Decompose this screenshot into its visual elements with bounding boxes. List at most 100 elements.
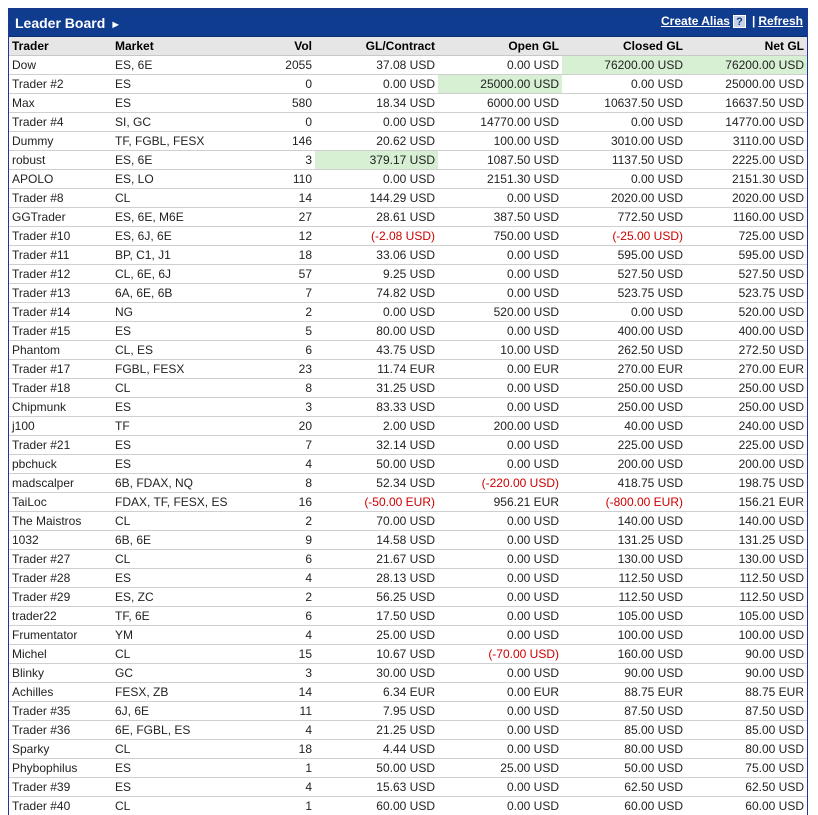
cell-vol: 8 [240, 378, 315, 398]
table-row[interactable]: Trader #35 6J, 6E 11 7.95 USD 0.00 USD 87.50 … [9, 701, 807, 721]
board-title[interactable]: Leader Board ► [15, 15, 121, 31]
table-row[interactable]: Achilles FESX, ZB 14 6.34 EUR 0.00 EUR 88.75 … [9, 682, 807, 702]
table-row[interactable]: Trader #39 ES 4 15.63 USD 0.00 USD 62.50 USD 6… [9, 777, 807, 797]
table-row[interactable]: Frumentator YM 4 25.00 USD 0.00 USD 100.00 US… [9, 625, 807, 645]
table-row[interactable]: 1032 6B, 6E 9 14.58 USD 0.00 USD 131.25 USD 13… [9, 530, 807, 550]
cell-open-gl: 0.00 USD [438, 321, 562, 341]
cell-open-gl: 0.00 USD [438, 549, 562, 569]
cell-market: ES, 6E, M6E [112, 207, 240, 227]
cell-vol: 12 [240, 226, 315, 246]
column-header-net-gl[interactable]: Net GL [686, 37, 807, 56]
cell-closed-gl: 112.50 USD [562, 568, 686, 588]
table-row[interactable]: trader22 TF, 6E 6 17.50 USD 0.00 USD 105.00 U… [9, 606, 807, 626]
table-row[interactable]: Trader #13 6A, 6E, 6B 7 74.82 USD 0.00 USD 52… [9, 283, 807, 303]
table-row[interactable]: Dummy TF, FGBL, FESX 146 20.62 USD 100.00 US… [9, 131, 807, 151]
cell-vol: 18 [240, 245, 315, 265]
cell-open-gl: 0.00 USD [438, 587, 562, 607]
column-header-market[interactable]: Market [112, 37, 240, 56]
cell-trader: Trader #21 [9, 435, 112, 455]
help-icon[interactable]: ? [732, 14, 746, 28]
cell-trader: Blinky [9, 663, 112, 683]
cell-vol: 146 [240, 131, 315, 151]
table-row[interactable]: Trader #11 BP, C1, J1 18 33.06 USD 0.00 USD 5… [9, 245, 807, 265]
cell-trader: The Maistros [9, 511, 112, 531]
cell-open-gl: 0.00 USD [438, 283, 562, 303]
table-row[interactable]: Trader #40 CL 1 60.00 USD 0.00 USD 60.00 USD 6… [9, 796, 807, 815]
table-row[interactable]: Trader #29 ES, ZC 2 56.25 USD 0.00 USD 112.50… [9, 587, 807, 607]
cell-vol: 580 [240, 93, 315, 113]
create-alias-link[interactable]: Create Alias [661, 14, 730, 28]
table-row[interactable]: Trader #21 ES 7 32.14 USD 0.00 USD 225.00 USD… [9, 435, 807, 455]
cell-open-gl: 0.00 USD [438, 720, 562, 740]
cell-vol: 15 [240, 644, 315, 664]
cell-market: ES, LO [112, 169, 240, 189]
cell-vol: 2 [240, 587, 315, 607]
cell-trader: Trader #35 [9, 701, 112, 721]
table-row[interactable]: madscalper 6B, FDAX, NQ 8 52.34 USD (-220.00… [9, 473, 807, 493]
table-row[interactable]: Sparky CL 18 4.44 USD 0.00 USD 80.00 USD 80.00… [9, 739, 807, 759]
cell-gl-contract: 70.00 USD [315, 511, 438, 531]
table-row[interactable]: Blinky GC 3 30.00 USD 0.00 USD 90.00 USD 90.00… [9, 663, 807, 683]
table-row[interactable]: Trader #36 6E, FGBL, ES 4 21.25 USD 0.00 USD… [9, 720, 807, 740]
column-header-vol[interactable]: Vol [240, 37, 315, 56]
cell-gl-contract: 33.06 USD [315, 245, 438, 265]
table-row[interactable]: Trader #18 CL 8 31.25 USD 0.00 USD 250.00 USD… [9, 378, 807, 398]
cell-net-gl: 140.00 USD [686, 511, 807, 531]
table-row[interactable]: Trader #14 NG 2 0.00 USD 520.00 USD 0.00 USD 5… [9, 302, 807, 322]
cell-trader: Sparky [9, 739, 112, 759]
table-row[interactable]: robust ES, 6E 3 379.17 USD 1087.50 USD 1137.5… [9, 150, 807, 170]
table-row[interactable]: Michel CL 15 10.67 USD (-70.00 USD) 160.00 US… [9, 644, 807, 664]
cell-closed-gl: 130.00 USD [562, 549, 686, 569]
table-row[interactable]: Phantom CL, ES 6 43.75 USD 10.00 USD 262.50 U… [9, 340, 807, 360]
cell-net-gl: 1160.00 USD [686, 207, 807, 227]
refresh-link[interactable]: Refresh [758, 14, 803, 28]
table-row[interactable]: Trader #17 FGBL, FESX 23 11.74 EUR 0.00 EUR 2… [9, 359, 807, 379]
table-row[interactable]: APOLO ES, LO 110 0.00 USD 2151.30 USD 0.00 US… [9, 169, 807, 189]
cell-vol: 2055 [240, 55, 315, 75]
cell-gl-contract: 28.61 USD [315, 207, 438, 227]
cell-net-gl: 87.50 USD [686, 701, 807, 721]
column-header-open-gl[interactable]: Open GL [438, 37, 562, 56]
cell-open-gl: 0.00 USD [438, 378, 562, 398]
table-row[interactable]: GGTrader ES, 6E, M6E 27 28.61 USD 387.50 USD… [9, 207, 807, 227]
table-row[interactable]: Trader #28 ES 4 28.13 USD 0.00 USD 112.50 USD… [9, 568, 807, 588]
cell-trader: Trader #12 [9, 264, 112, 284]
column-header-gl-contract[interactable]: GL/Contract [315, 37, 438, 56]
cell-open-gl: 0.00 USD [438, 55, 562, 75]
cell-open-gl: 0.00 EUR [438, 359, 562, 379]
table-row[interactable]: Trader #4 SI, GC 0 0.00 USD 14770.00 USD 0.00… [9, 112, 807, 132]
cell-vol: 2 [240, 302, 315, 322]
cell-gl-contract: 0.00 USD [315, 74, 438, 94]
table-row[interactable]: Trader #8 CL 14 144.29 USD 0.00 USD 2020.00 U… [9, 188, 807, 208]
table-row[interactable]: Trader #10 ES, 6J, 6E 12 (-2.08 USD) 750.00 … [9, 226, 807, 246]
cell-market: ES [112, 321, 240, 341]
cell-vol: 0 [240, 112, 315, 132]
cell-closed-gl: 80.00 USD [562, 739, 686, 759]
table-row[interactable]: TaiLoc FDAX, TF, FESX, ES 16 (-50.00 EUR) 95… [9, 492, 807, 512]
table-row[interactable]: The Maistros CL 2 70.00 USD 0.00 USD 140.00 U… [9, 511, 807, 531]
column-header-closed-gl[interactable]: Closed GL [562, 37, 686, 56]
cell-vol: 6 [240, 549, 315, 569]
table-header-row: Trader Market Vol GL/Contract Open GL Cl… [9, 37, 807, 56]
cell-vol: 16 [240, 492, 315, 512]
cell-open-gl: 0.00 USD [438, 625, 562, 645]
cell-gl-contract: 0.00 USD [315, 112, 438, 132]
cell-market: ES [112, 397, 240, 417]
cell-open-gl: 387.50 USD [438, 207, 562, 227]
table-row[interactable]: Phybophilus ES 1 50.00 USD 25.00 USD 50.00 US… [9, 758, 807, 778]
table-row[interactable]: pbchuck ES 4 50.00 USD 0.00 USD 200.00 USD 200… [9, 454, 807, 474]
table-row[interactable]: Chipmunk ES 3 83.33 USD 0.00 USD 250.00 USD 25… [9, 397, 807, 417]
table-row[interactable]: Trader #12 CL, 6E, 6J 57 9.25 USD 0.00 USD 52… [9, 264, 807, 284]
table-row[interactable]: Trader #15 ES 5 80.00 USD 0.00 USD 400.00 USD… [9, 321, 807, 341]
cell-vol: 9 [240, 530, 315, 550]
table-row[interactable]: Trader #27 CL 6 21.67 USD 0.00 USD 130.00 USD… [9, 549, 807, 569]
cell-market: TF [112, 416, 240, 436]
table-row[interactable]: j100 TF 20 2.00 USD 200.00 USD 40.00 USD 240.0… [9, 416, 807, 436]
cell-open-gl: (-220.00 USD) [438, 473, 562, 493]
table-row[interactable]: Dow ES, 6E 2055 37.08 USD 0.00 USD 76200.00 U… [9, 55, 807, 75]
table-row[interactable]: Max ES 580 18.34 USD 6000.00 USD 10637.50 USD… [9, 93, 807, 113]
cell-vol: 5 [240, 321, 315, 341]
column-header-trader[interactable]: Trader [9, 37, 112, 56]
table-row[interactable]: Trader #2 ES 0 0.00 USD 25000.00 USD 0.00 USD… [9, 74, 807, 94]
cell-gl-contract: 0.00 USD [315, 302, 438, 322]
